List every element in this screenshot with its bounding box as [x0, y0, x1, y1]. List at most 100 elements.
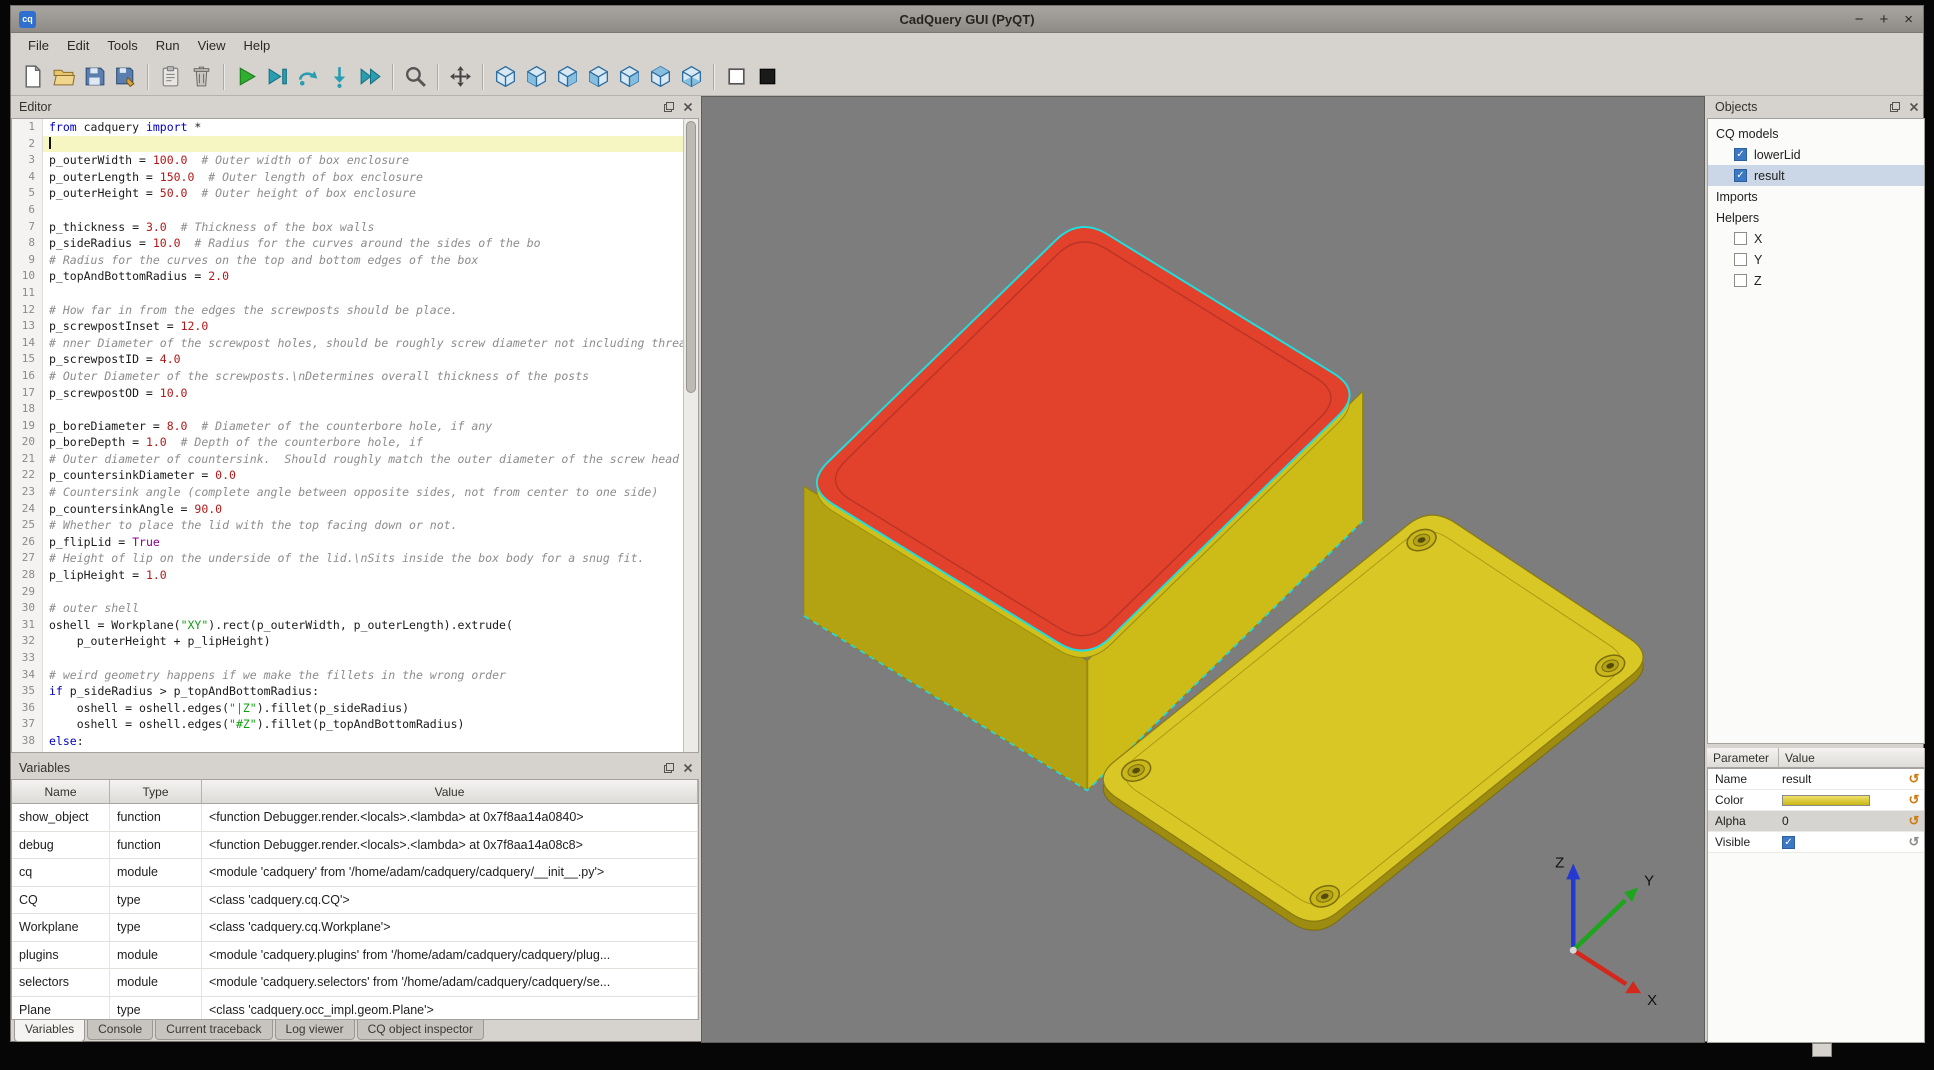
- fit-all-button[interactable]: [445, 61, 476, 92]
- code-line-25[interactable]: 25# Whether to place the lid with the to…: [12, 517, 698, 534]
- reset-icon[interactable]: ↺: [1904, 771, 1924, 787]
- code-line-29[interactable]: 29: [12, 584, 698, 601]
- variables-float-button[interactable]: [661, 761, 676, 776]
- view-back-button[interactable]: [552, 61, 583, 92]
- new-file-button[interactable]: [17, 61, 48, 92]
- close-button[interactable]: ×: [1904, 6, 1913, 33]
- code-line-16[interactable]: 16# Outer Diameter of the screwposts.\nD…: [12, 368, 698, 385]
- variable-row-selectors[interactable]: selectorsmodule<module 'cadquery.selecto…: [12, 969, 698, 997]
- open-file-button[interactable]: [48, 61, 79, 92]
- continue-button[interactable]: [355, 61, 386, 92]
- minimize-button[interactable]: −: [1855, 6, 1864, 33]
- code-line-10[interactable]: 10p_topAndBottomRadius = 2.0: [12, 268, 698, 285]
- menu-file[interactable]: File: [19, 35, 58, 56]
- menu-edit[interactable]: Edit: [58, 35, 98, 56]
- clipboard-button[interactable]: [155, 61, 186, 92]
- unchecked-checkbox-z[interactable]: [1734, 274, 1747, 287]
- code-line-23[interactable]: 23# Countersink angle (complete angle be…: [12, 484, 698, 501]
- objects-tree-item-imports[interactable]: Imports: [1708, 186, 1924, 207]
- viewport-canvas[interactable]: Z Y X: [702, 97, 1704, 1042]
- visible-checkbox[interactable]: ✓: [1782, 836, 1795, 849]
- variables-panel-header[interactable]: Variables: [11, 757, 699, 779]
- variables-close-button[interactable]: [680, 761, 695, 776]
- code-line-32[interactable]: 32 p_outerHeight + p_lipHeight): [12, 633, 698, 650]
- variable-row-Workplane[interactable]: Workplanetype<class 'cadquery.cq.Workpla…: [12, 914, 698, 942]
- column-header-parameter[interactable]: Parameter: [1707, 748, 1779, 768]
- code-line-34[interactable]: 34# weird geometry happens if we make th…: [12, 667, 698, 684]
- maximize-button[interactable]: +: [1879, 6, 1888, 33]
- column-header-type[interactable]: Type: [110, 780, 202, 804]
- save-as-button[interactable]: [110, 61, 141, 92]
- variable-row-plugins[interactable]: pluginsmodule<module 'cadquery.plugins' …: [12, 942, 698, 970]
- code-line-20[interactable]: 20p_boreDepth = 1.0 # Depth of the count…: [12, 434, 698, 451]
- step-over-button[interactable]: [293, 61, 324, 92]
- save-button[interactable]: [79, 61, 110, 92]
- view-front-button[interactable]: [521, 61, 552, 92]
- code-line-36[interactable]: 36 oshell = oshell.edges("|Z").fillet(p_…: [12, 700, 698, 717]
- code-line-17[interactable]: 17p_screwpostOD = 10.0: [12, 385, 698, 402]
- code-line-33[interactable]: 33: [12, 650, 698, 667]
- tab-console[interactable]: Console: [87, 1020, 153, 1040]
- color-swatch[interactable]: [1782, 795, 1870, 806]
- code-line-1[interactable]: 1from cadquery import *: [12, 119, 698, 136]
- code-line-24[interactable]: 24p_countersinkAngle = 90.0: [12, 501, 698, 518]
- code-editor[interactable]: 1from cadquery import *23p_outerWidth = …: [11, 118, 699, 753]
- param-row-name[interactable]: Nameresult↺: [1708, 769, 1924, 790]
- render-button[interactable]: [231, 61, 262, 92]
- code-line-12[interactable]: 12# How far in from the edges the screwp…: [12, 302, 698, 319]
- code-line-5[interactable]: 5p_outerHeight = 50.0 # Outer height of …: [12, 185, 698, 202]
- code-line-14[interactable]: 14# nner Diameter of the screwpost holes…: [12, 335, 698, 352]
- view-left-button[interactable]: [583, 61, 614, 92]
- param-row-visible[interactable]: Visible✓↺: [1708, 832, 1924, 853]
- code-line-27[interactable]: 27# Height of lip on the underside of th…: [12, 550, 698, 567]
- view-iso-button[interactable]: [490, 61, 521, 92]
- objects-tree-item-y[interactable]: Y: [1708, 249, 1924, 270]
- code-line-2[interactable]: 2: [12, 136, 698, 153]
- code-line-9[interactable]: 9# Radius for the curves on the top and …: [12, 252, 698, 269]
- view-top-button[interactable]: [645, 61, 676, 92]
- code-line-6[interactable]: 6: [12, 202, 698, 219]
- editor-close-button[interactable]: [680, 100, 695, 115]
- editor-scrollbar-thumb[interactable]: [686, 121, 696, 393]
- code-line-15[interactable]: 15p_screwpostID = 4.0: [12, 351, 698, 368]
- code-line-35[interactable]: 35if p_sideRadius > p_topAndBottomRadius…: [12, 683, 698, 700]
- code-line-37[interactable]: 37 oshell = oshell.edges("#Z").fillet(p_…: [12, 716, 698, 733]
- menu-run[interactable]: Run: [147, 35, 189, 56]
- objects-panel-header[interactable]: Objects: [1707, 96, 1925, 118]
- column-header-param-value[interactable]: Value: [1779, 748, 1925, 768]
- column-header-value[interactable]: Value: [202, 780, 698, 804]
- code-line-39[interactable]: 39 oshell = oshell.edges("#Z").fillet(p_…: [12, 750, 698, 753]
- editor-float-button[interactable]: [661, 100, 676, 115]
- code-line-11[interactable]: 11: [12, 285, 698, 302]
- param-row-color[interactable]: Color↺: [1708, 790, 1924, 811]
- view-bottom-button[interactable]: [676, 61, 707, 92]
- code-line-22[interactable]: 22p_countersinkDiameter = 0.0: [12, 467, 698, 484]
- view-right-button[interactable]: [614, 61, 645, 92]
- code-line-18[interactable]: 18: [12, 401, 698, 418]
- reset-icon[interactable]: ↺: [1904, 792, 1924, 808]
- column-header-name[interactable]: Name: [12, 780, 110, 804]
- objects-tree-item-x[interactable]: X: [1708, 228, 1924, 249]
- menu-help[interactable]: Help: [235, 35, 280, 56]
- checked-checkbox-result[interactable]: ✓: [1734, 169, 1747, 182]
- variable-row-cq[interactable]: cqmodule<module 'cadquery' from '/home/a…: [12, 859, 698, 887]
- variable-row-show_object[interactable]: show_objectfunction<function Debugger.re…: [12, 804, 698, 832]
- code-line-28[interactable]: 28p_lipHeight = 1.0: [12, 567, 698, 584]
- code-line-26[interactable]: 26p_flipLid = True: [12, 534, 698, 551]
- tab-cq-object-inspector[interactable]: CQ object inspector: [357, 1020, 484, 1040]
- code-line-4[interactable]: 4p_outerLength = 150.0 # Outer length of…: [12, 169, 698, 186]
- objects-tree-item-result[interactable]: ✓result: [1708, 165, 1924, 186]
- checked-checkbox-lowerlid[interactable]: ✓: [1734, 148, 1747, 161]
- code-line-13[interactable]: 13p_screwpostInset = 12.0: [12, 318, 698, 335]
- tab-current-traceback[interactable]: Current traceback: [155, 1020, 272, 1040]
- debug-button[interactable]: [262, 61, 293, 92]
- delete-button[interactable]: [186, 61, 217, 92]
- unchecked-checkbox-y[interactable]: [1734, 253, 1747, 266]
- variable-row-CQ[interactable]: CQtype<class 'cadquery.cq.CQ'>: [12, 887, 698, 915]
- editor-panel-header[interactable]: Editor: [11, 96, 699, 118]
- wireframe-button[interactable]: [721, 61, 752, 92]
- objects-float-button[interactable]: [1887, 100, 1902, 115]
- code-line-30[interactable]: 30# outer shell: [12, 600, 698, 617]
- title-bar[interactable]: cq CadQuery GUI (PyQT) − + ×: [11, 6, 1923, 33]
- tab-log-viewer[interactable]: Log viewer: [275, 1020, 355, 1040]
